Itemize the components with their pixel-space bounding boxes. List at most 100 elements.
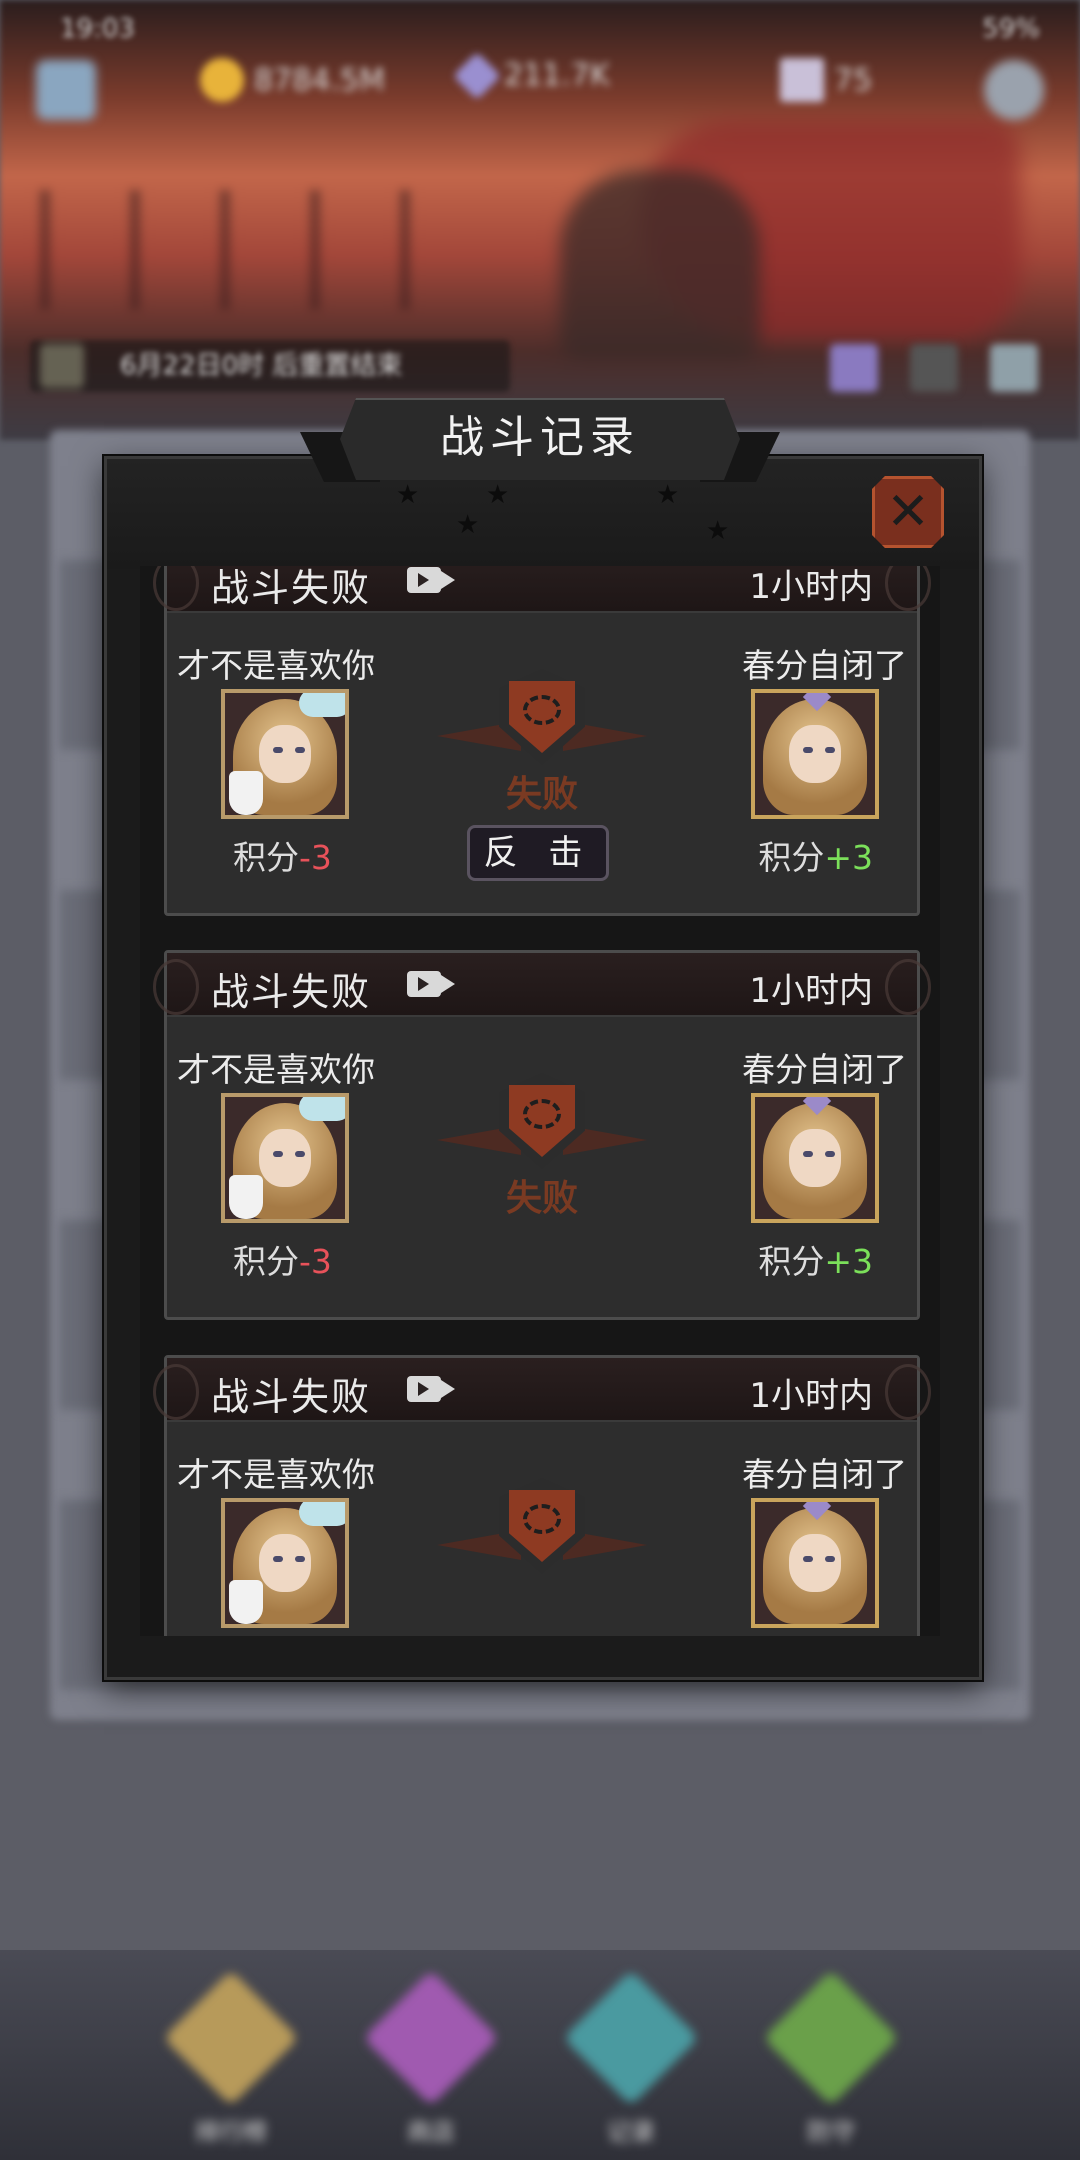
score-gain: +3: [824, 1242, 873, 1281]
title-banner: 战斗记录: [300, 398, 780, 482]
avatar-face: [789, 725, 841, 783]
battle-time: 1小时内: [749, 1376, 873, 1416]
stamina-resource: 75: [780, 58, 872, 102]
opponent-avatar[interactable]: [751, 689, 879, 819]
status-time: 19:03: [60, 14, 135, 44]
battle-record: 战斗失败 1小时内 才不是喜欢你 春分自闭了 失败: [153, 950, 931, 1320]
counterattack-button[interactable]: 反 击: [467, 825, 609, 881]
avatar-eye: [273, 747, 283, 753]
player-score: 积分-3: [233, 831, 332, 879]
replay-video-icon[interactable]: [407, 971, 455, 997]
battle-result: 战斗失败: [211, 970, 372, 1014]
avatar-eye: [803, 747, 813, 753]
shop-icon: [363, 1970, 499, 2106]
gem-resource: 211.7K: [452, 51, 610, 100]
tab-label: 记录: [607, 2118, 655, 2146]
score-label: 积分: [758, 1242, 825, 1281]
avatar-face: [259, 1534, 311, 1592]
tab-label: 排行榜: [195, 2118, 267, 2146]
battle-time: 1小时内: [749, 567, 873, 607]
tab-shop[interactable]: 商店: [363, 1970, 499, 2146]
status-battery: 59%: [982, 14, 1040, 44]
player-avatar[interactable]: [221, 1093, 349, 1223]
battle-record: 战斗失败 1小时内 才不是喜欢你 春分自闭了: [153, 1355, 931, 1636]
score-loss: -3: [299, 1242, 332, 1281]
defeat-emblem: 失败: [437, 659, 647, 819]
avatar-eye: [295, 1556, 305, 1562]
avatar-eye: [825, 1151, 835, 1157]
avatar-eye: [803, 1556, 813, 1562]
avatar-cloud-frame: [299, 693, 345, 717]
ornament: [153, 566, 199, 611]
replay-video-icon[interactable]: [407, 567, 455, 593]
record-header: 战斗失败 1小时内: [153, 1358, 931, 1422]
opponent-name: 春分自闭了: [742, 1050, 907, 1089]
ornament: [885, 959, 931, 1015]
record-header: 战斗失败 1小时内: [153, 953, 931, 1017]
avatar-bow: [229, 1175, 263, 1219]
records-icon: [563, 1970, 699, 2106]
season-notice: 6月22日0时 后重置结束: [30, 340, 510, 392]
skull-icon: [523, 695, 561, 725]
stamina-amount: 75: [834, 62, 873, 98]
avatar-face: [789, 1129, 841, 1187]
opponent-avatar[interactable]: [751, 1498, 879, 1628]
tab-ranking[interactable]: 排行榜: [163, 1970, 299, 2146]
close-button[interactable]: ✕: [872, 476, 944, 548]
defeat-emblem: 失败: [437, 1063, 647, 1223]
opponent-avatar[interactable]: [751, 1093, 879, 1223]
resource-bar: 8784.5M 211.7K 75: [0, 50, 1080, 110]
avatar-eye: [825, 747, 835, 753]
player-avatar[interactable]: [221, 689, 349, 819]
count-icon: [910, 344, 958, 392]
star-icon: ★: [706, 516, 730, 546]
star-icon: ★: [456, 510, 480, 540]
player-name: 才不是喜欢你: [177, 1050, 375, 1089]
background-action-buttons: [790, 340, 1050, 396]
close-x-icon: ✕: [886, 482, 930, 542]
battle-result: 战斗失败: [211, 566, 372, 610]
defense-icon: [763, 1970, 899, 2106]
tab-label: 防守: [807, 2118, 855, 2146]
battle-record: 战斗失败 1小时内 才不是喜欢你 春分自闭了 失败: [153, 566, 931, 916]
score-label: 积分: [758, 838, 825, 877]
replay-video-icon[interactable]: [407, 1376, 455, 1402]
avatar-eye: [295, 1151, 305, 1157]
avatar-face: [259, 1129, 311, 1187]
avatar-cloud-frame: [299, 1502, 345, 1526]
card-icon: [830, 344, 878, 392]
avatar-bow: [229, 1580, 263, 1624]
skull-icon: [523, 1504, 561, 1534]
defeat-label: 失败: [505, 774, 578, 815]
avatar-eye: [295, 747, 305, 753]
ornament: [153, 1364, 199, 1420]
avatar-eye: [825, 1556, 835, 1562]
background-figure: [560, 170, 760, 360]
star-icon: ★: [486, 480, 510, 510]
gold-resource: 8784.5M: [200, 58, 385, 102]
opponent-name: 春分自闭了: [742, 646, 907, 685]
player-name: 才不是喜欢你: [177, 646, 375, 685]
stamina-icon: [780, 58, 824, 102]
bottom-tab-bar: 排行榜 商店 记录 防守: [0, 1950, 1080, 2160]
avatar-cloud-frame: [299, 1097, 345, 1121]
avatar-face: [259, 725, 311, 783]
opponent-score: 积分+3: [758, 831, 873, 879]
opponent-name: 春分自闭了: [742, 1455, 907, 1494]
player-name: 才不是喜欢你: [177, 1455, 375, 1494]
tab-defense[interactable]: 防守: [763, 1970, 899, 2146]
score-loss: -3: [299, 838, 332, 877]
ornament: [885, 566, 931, 611]
avatar-face: [789, 1534, 841, 1592]
ornament: [153, 959, 199, 1015]
score-label: 积分: [233, 838, 299, 877]
plus-icon: [990, 344, 1038, 392]
battle-result: 战斗失败: [211, 1375, 372, 1419]
star-icon: ★: [656, 480, 680, 510]
score-label: 积分: [233, 1242, 299, 1281]
tab-records[interactable]: 记录: [563, 1970, 699, 2146]
player-avatar[interactable]: [221, 1498, 349, 1628]
ornament: [885, 1364, 931, 1420]
avatar-eye: [273, 1151, 283, 1157]
record-list[interactable]: 战斗失败 1小时内 才不是喜欢你 春分自闭了 失败 积分-3 积分+3 反 击 …: [140, 566, 940, 1636]
